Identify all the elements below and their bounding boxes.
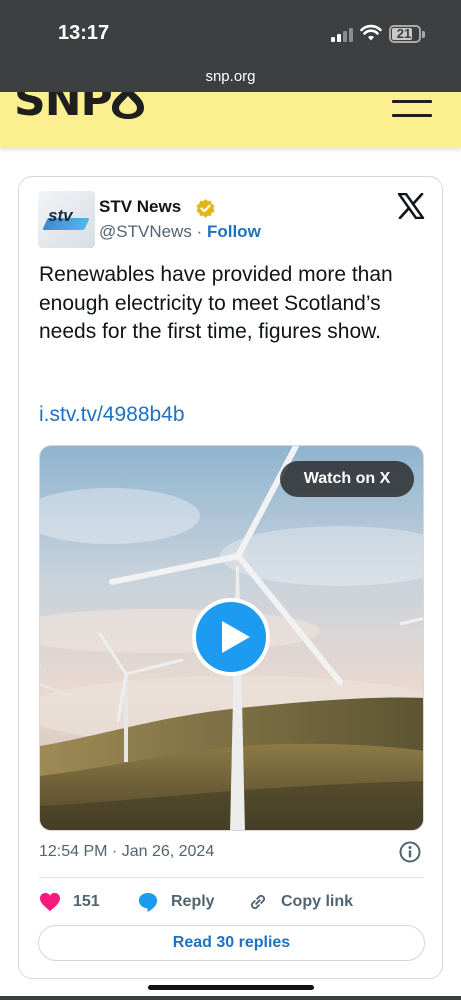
reply-button[interactable]: Reply (137, 889, 215, 915)
tweet-text: Renewables have provided more than enoug… (39, 263, 393, 343)
site-logo[interactable]: SNP (14, 92, 113, 126)
tweet-link[interactable]: i.stv.tv/4988b4b (39, 403, 185, 427)
tweet-card: stv STV News @STVNews · Follow Renewable… (18, 176, 443, 979)
bottom-edge (0, 996, 461, 1000)
copy-link-label: Copy link (281, 893, 354, 910)
avatar-mark: stv (48, 206, 73, 225)
site-header: SNP (0, 92, 461, 148)
reply-label: Reply (171, 893, 215, 910)
separator: · (196, 222, 203, 241)
link-icon (250, 894, 266, 910)
x-logo-icon[interactable] (397, 192, 425, 224)
home-indicator[interactable] (148, 985, 314, 990)
info-icon[interactable] (399, 841, 421, 868)
tweet-timestamp[interactable]: 12:54 PM · Jan 26, 2024 (39, 843, 214, 861)
battery-level: 21 (396, 26, 412, 41)
menu-icon[interactable] (392, 100, 432, 124)
tweet-actions: 151 Reply Copy link (39, 889, 424, 915)
play-icon[interactable] (192, 598, 270, 676)
copy-link-button[interactable]: Copy link (247, 889, 353, 915)
browser-chrome: 13:17 21 snp.org (0, 0, 461, 92)
address-bar[interactable]: snp.org (0, 68, 461, 85)
like-button[interactable]: 151 (39, 889, 100, 915)
wifi-icon (360, 24, 382, 47)
signal-icon (331, 28, 353, 42)
follow-button[interactable]: Follow (207, 222, 261, 241)
verified-badge-icon (195, 198, 216, 224)
like-count: 151 (73, 893, 100, 910)
heart-icon (40, 892, 60, 912)
read-replies-button[interactable]: Read 30 replies (38, 925, 425, 961)
avatar[interactable]: stv (38, 191, 95, 248)
author-name[interactable]: STV News (99, 197, 181, 217)
divider (39, 877, 424, 878)
author-handle-row: @STVNews · Follow (99, 222, 261, 242)
logo-drop-icon (108, 92, 148, 125)
battery-icon: 21 (389, 25, 425, 43)
watch-on-x-button[interactable]: Watch on X (280, 461, 414, 497)
reply-icon (138, 892, 158, 913)
status-time: 13:17 (58, 22, 110, 44)
video-thumbnail[interactable]: Watch on X (39, 445, 424, 831)
author-handle[interactable]: @STVNews (99, 222, 192, 241)
